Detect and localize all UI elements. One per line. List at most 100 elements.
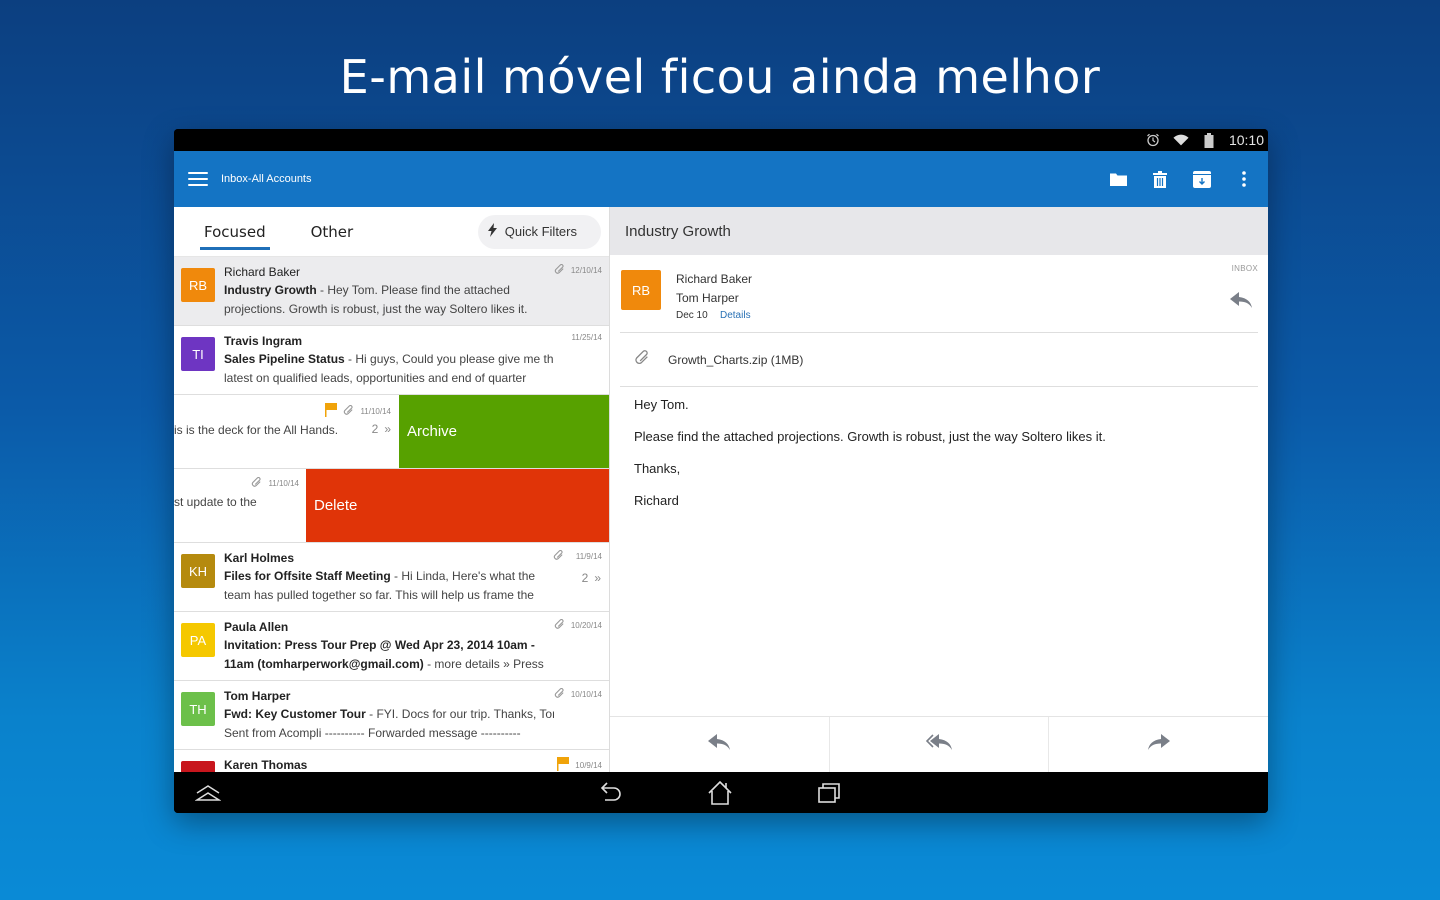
clock: 10:10 [1228,132,1264,148]
avatar: TH [181,692,215,726]
toolbar-actions [1108,169,1268,189]
body-line: Richard [634,493,679,508]
reply-all-button[interactable] [830,717,1050,772]
message-list-pane: Focused Other Quick Filters RB Richard B… [174,207,610,772]
folder-label: INBOX [1231,264,1258,273]
sender-name: Karl Holmes [224,551,295,565]
message-header: RB Richard Baker Tom Harper Dec 10 Detai… [620,255,1258,333]
attachment-icon [343,404,354,418]
attachment-icon [554,618,565,632]
message-row[interactable]: TH Tom Harper Fwd: Key Customer Tour - F… [174,681,609,750]
preview-line: latest on qualified leads, opportunities… [224,371,527,385]
preview: is is the deck for the All Hands. [174,423,339,437]
subject: Industry Growth [224,283,317,297]
collapse-icon[interactable] [194,780,222,806]
reply-icon[interactable] [1230,292,1252,313]
preview: - Hey Tom. Please find the attached [316,283,510,297]
attachment-name: Growth_Charts.zip (1MB) [668,352,804,367]
home-icon[interactable] [706,780,734,806]
subject: Fwd: Key Customer Tour [224,707,366,721]
message-row[interactable]: TI Travis Ingram Sales Pipeline Status -… [174,326,609,395]
avatar [181,761,215,772]
reply-icon [708,734,731,755]
system-nav-bar [174,772,1268,813]
headline: E-mail móvel ficou ainda melhor [339,50,1101,104]
attachment-icon [251,476,262,490]
menu-icon[interactable] [188,172,208,186]
reply-all-icon [925,734,952,755]
preview-line: team has pulled together so far. This wi… [224,588,534,602]
preview-line: Sent from Acompli ---------- Forwarded m… [224,726,521,740]
more-options-icon[interactable] [1234,169,1254,189]
avatar: PA [181,623,215,657]
tab-focused[interactable]: Focused [200,223,270,250]
body-line: Thanks, [634,461,681,476]
flag-icon [325,403,338,419]
move-folder-icon[interactable] [1108,169,1128,189]
message-row[interactable]: Karen Thomas 10/9/14 [174,750,609,772]
date: 12/10/14 [570,266,602,275]
reply-button[interactable] [610,717,830,772]
double-chevron-icon: » [594,571,601,585]
attachment-icon [554,687,565,701]
tab-other[interactable]: Other [311,223,354,241]
delete-icon[interactable] [1150,169,1170,189]
attachment-item[interactable]: Growth_Charts.zip (1MB) [620,333,1258,387]
subject: Files for Offsite Staff Meeting [224,569,391,583]
quick-filters-button[interactable]: Quick Filters [477,214,601,249]
from-name[interactable]: Richard Baker [676,272,752,286]
date: 11/9/14 [575,552,602,561]
message-body: Hey Tom. Please find the attached projec… [610,387,1268,535]
date: 11/10/14 [360,406,391,416]
message-row-swiped-archive[interactable]: is is the deck for the All Hands. 11/10/… [174,395,609,469]
date: 11/25/14 [571,333,602,342]
app-bar: Inbox-All Accounts [174,151,1268,207]
sender-avatar: RB [621,270,661,310]
message-row[interactable]: RB Richard Baker Industry Growth - Hey T… [174,257,609,326]
inbox-title: Inbox-All Accounts [221,173,312,185]
subject-continued: 11am (tomharperwork@gmail.com) [224,657,424,671]
attachment-icon [554,263,565,277]
sender-name: Travis Ingram [224,334,303,348]
thread-count: 2 [371,422,379,436]
message-row[interactable]: KH Karl Holmes Files for Offsite Staff M… [174,543,609,612]
tablet-device: 10:10 Inbox-All Accounts Focused Other Q… [174,129,1268,813]
status-bar: 10:10 [174,129,1268,151]
archive-swipe-action[interactable]: Archive [399,395,609,468]
reading-pane: Industry Growth RB Richard Baker Tom Har… [610,207,1268,772]
sender-name: Richard Baker [224,265,301,279]
body-line: Hey Tom. [634,397,689,412]
delete-swipe-action[interactable]: Delete [306,469,609,542]
sender-name: Karen Thomas [224,758,308,772]
double-chevron-icon: » [384,422,391,436]
forward-button[interactable] [1049,717,1268,772]
back-icon[interactable] [597,780,625,806]
avatar: RB [181,268,215,302]
battery-icon [1201,132,1217,148]
inbox-tabs: Focused Other Quick Filters [174,207,609,257]
lightning-icon [487,223,497,240]
alarm-icon [1145,132,1161,148]
forward-icon [1147,734,1170,755]
sender-name: Paula Allen [224,620,289,634]
preview: - FYI. Docs for our trip. Thanks, Tom [365,707,554,721]
message-row[interactable]: PA Paula Allen Invitation: Press Tour Pr… [174,612,609,681]
details-link[interactable]: Details [720,310,751,321]
date: 10/20/14 [570,621,602,630]
preview: st update to the [174,495,257,509]
message-row-swiped-delete[interactable]: st update to the 11/10/14 Delete [174,469,609,543]
avatar: TI [181,337,215,371]
subject: Sales Pipeline Status [224,352,345,366]
message-action-bar [610,716,1268,772]
recent-apps-icon[interactable] [816,780,844,806]
preview: - Hi Linda, Here's what the [390,569,536,583]
to-name[interactable]: Tom Harper [676,291,739,305]
subject: Invitation: Press Tour Prep @ Wed Apr 23… [224,638,535,652]
preview: - more details » Press [423,657,544,671]
body-line: Please find the attached projections. Gr… [634,429,1106,444]
thread-count: 2 [581,571,589,585]
date: 11/10/14 [268,479,299,488]
archive-icon[interactable] [1192,169,1212,189]
wifi-icon [1173,132,1189,148]
message-date: Dec 10 [676,310,708,321]
